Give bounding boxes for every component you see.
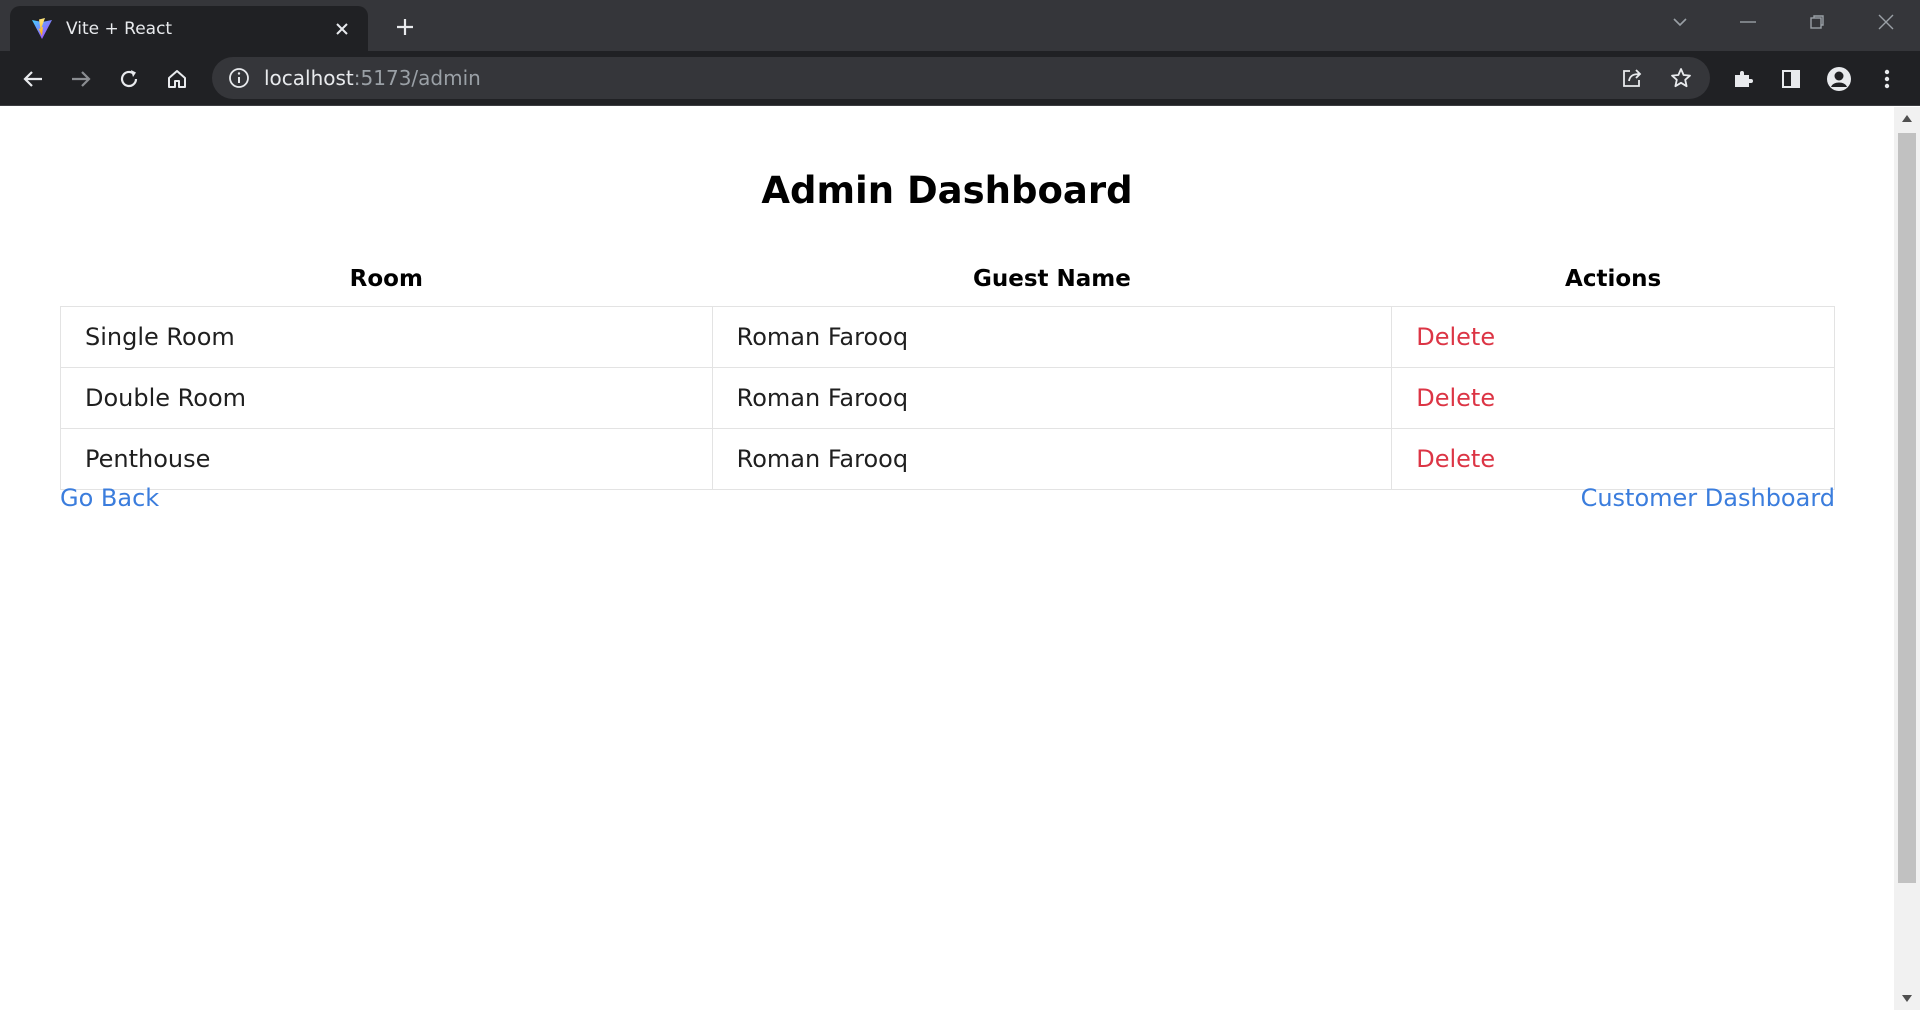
bookmark-star-icon[interactable] [1669,66,1693,90]
vite-logo-icon [32,17,52,39]
profile-avatar-icon[interactable] [1822,62,1856,96]
bookings-table: Room Guest Name Actions Single Room Roma… [60,252,1835,490]
share-icon[interactable] [1620,66,1644,90]
url-text: localhost:5173/admin [264,66,481,90]
forward-arrow-icon[interactable] [64,62,98,96]
page-viewport: Admin Dashboard Room Guest Name Actions … [0,107,1894,1010]
delete-button[interactable]: Delete [1416,384,1495,412]
bookings-table-container: Room Guest Name Actions Single Room Roma… [60,252,1835,490]
actions-cell: Delete [1391,366,1835,429]
restore-window-icon[interactable] [1797,8,1837,36]
scrollbar-thumb[interactable] [1898,133,1916,883]
browser-tab[interactable]: Vite + React [10,6,368,51]
column-header-actions: Actions [1565,265,1662,292]
guest-name-cell: Roman Farooq [711,366,1393,429]
browser-tab-strip: Vite + React [0,0,1920,51]
browser-toolbar: localhost:5173/admin [0,51,1920,106]
close-tab-icon[interactable] [330,17,354,41]
table-row: Double Room Roman Farooq Delete [60,366,1835,429]
site-info-icon[interactable] [228,67,250,89]
table-row: Penthouse Roman Farooq Delete [60,427,1835,490]
page-title: Admin Dashboard [761,169,1133,212]
address-bar[interactable]: localhost:5173/admin [212,57,1710,99]
footer-links: Go Back Customer Dashboard [60,483,1835,513]
reload-icon[interactable] [112,62,146,96]
back-arrow-icon[interactable] [16,62,50,96]
customer-dashboard-link[interactable]: Customer Dashboard [1581,484,1835,512]
close-window-icon[interactable] [1866,8,1906,36]
column-header-room: Room [349,265,423,292]
tab-title: Vite + React [66,18,173,39]
delete-button[interactable]: Delete [1416,445,1495,473]
guest-name-cell: Roman Farooq [711,305,1393,368]
new-tab-plus-icon[interactable] [390,12,420,42]
table-header-row: Room Guest Name Actions [61,252,1835,306]
url-host: localhost [264,66,354,90]
extensions-puzzle-icon[interactable] [1726,62,1760,96]
scroll-up-arrow-icon[interactable] [1902,115,1912,122]
kebab-menu-icon[interactable] [1870,62,1904,96]
vertical-scrollbar[interactable] [1894,107,1920,1010]
room-cell: Single Room [60,305,713,368]
delete-button[interactable]: Delete [1416,323,1495,351]
column-header-guest-name: Guest Name [972,265,1131,292]
table-row: Single Room Roman Farooq Delete [60,305,1835,368]
actions-cell: Delete [1391,427,1835,490]
home-icon[interactable] [160,62,194,96]
minimize-icon[interactable] [1728,8,1768,36]
url-path: :5173/admin [353,66,481,90]
go-back-link[interactable]: Go Back [60,484,159,512]
tab-search-chevron-icon[interactable] [1660,8,1700,36]
guest-name-cell: Roman Farooq [711,427,1393,490]
scroll-down-arrow-icon[interactable] [1902,995,1912,1002]
side-panel-icon[interactable] [1774,62,1808,96]
actions-cell: Delete [1391,305,1835,368]
room-cell: Penthouse [60,427,713,490]
room-cell: Double Room [60,366,713,429]
